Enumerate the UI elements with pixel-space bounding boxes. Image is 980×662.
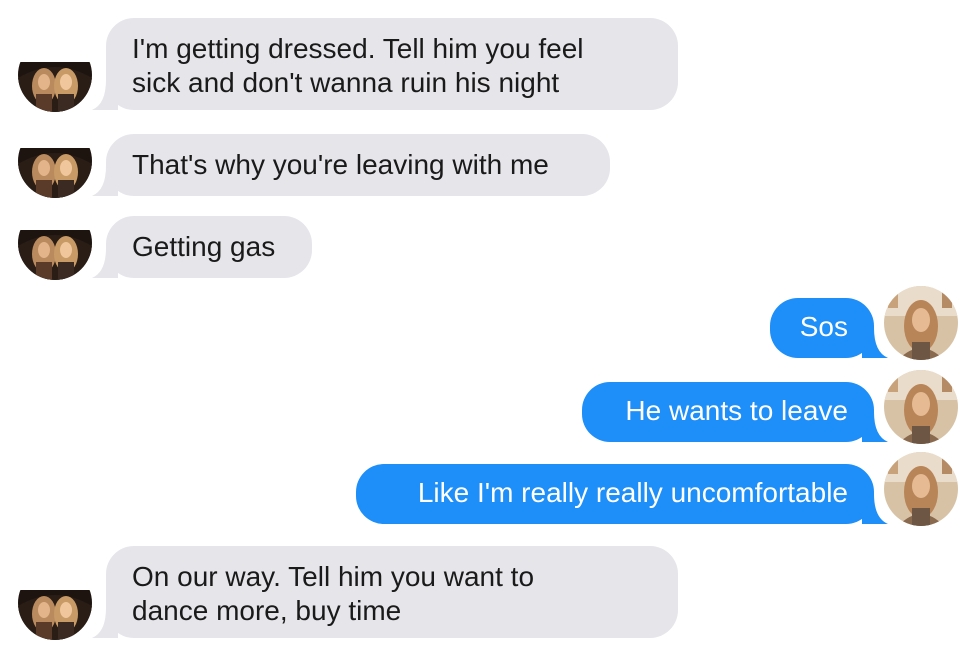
bubble-tail-icon	[862, 328, 888, 358]
message-text-line: Sos	[799, 311, 848, 342]
group-photo-avatar-icon[interactable]	[18, 566, 92, 640]
message-row: On our way. Tell him you want to dance m…	[0, 546, 980, 638]
message-row: That's why you're leaving with me	[0, 134, 980, 196]
bubble-tail-icon	[92, 80, 118, 110]
group-photo-avatar-icon[interactable]	[18, 38, 92, 112]
profile-photo-avatar-icon[interactable]	[884, 452, 958, 526]
message-thread: I'm getting dressed. Tell him you feel s…	[0, 0, 980, 662]
message-text-line: Getting gas	[132, 231, 276, 262]
bubble-tail-icon	[92, 166, 118, 196]
profile-photo-avatar-icon[interactable]	[884, 370, 958, 444]
group-photo-avatar-icon[interactable]	[18, 206, 92, 280]
bubble-tail-icon	[862, 494, 888, 524]
profile-photo-avatar-icon[interactable]	[884, 286, 958, 360]
message-text-line: Like I'm really really uncomfortable	[417, 477, 848, 508]
message-text-line: dance more, buy time	[132, 595, 402, 626]
incoming-message-bubble[interactable]: I'm getting dressed. Tell him you feel s…	[106, 18, 678, 110]
outgoing-message-bubble[interactable]: Like I'm really really uncomfortable	[356, 464, 874, 524]
outgoing-message-bubble[interactable]: He wants to leave	[582, 382, 874, 442]
message-row: Like I'm really really uncomfortable	[0, 464, 980, 524]
incoming-message-bubble[interactable]: That's why you're leaving with me	[106, 134, 610, 196]
message-text-line: sick and don't wanna ruin his night	[132, 67, 560, 98]
message-row: Getting gas	[0, 216, 980, 278]
message-text-line: On our way. Tell him you want to	[132, 561, 535, 592]
message-row: I'm getting dressed. Tell him you feel s…	[0, 18, 980, 110]
message-row: Sos	[0, 298, 980, 358]
message-text-line: That's why you're leaving with me	[132, 149, 549, 180]
message-text-line: He wants to leave	[625, 395, 848, 426]
message-text-line: I'm getting dressed. Tell him you feel	[132, 33, 584, 64]
bubble-tail-icon	[92, 248, 118, 278]
bubble-tail-icon	[862, 412, 888, 442]
outgoing-message-bubble[interactable]: Sos	[770, 298, 874, 358]
message-row: He wants to leave	[0, 382, 980, 442]
group-photo-avatar-icon[interactable]	[18, 124, 92, 198]
incoming-message-bubble[interactable]: Getting gas	[106, 216, 312, 278]
bubble-tail-icon	[92, 608, 118, 638]
incoming-message-bubble[interactable]: On our way. Tell him you want to dance m…	[106, 546, 678, 638]
